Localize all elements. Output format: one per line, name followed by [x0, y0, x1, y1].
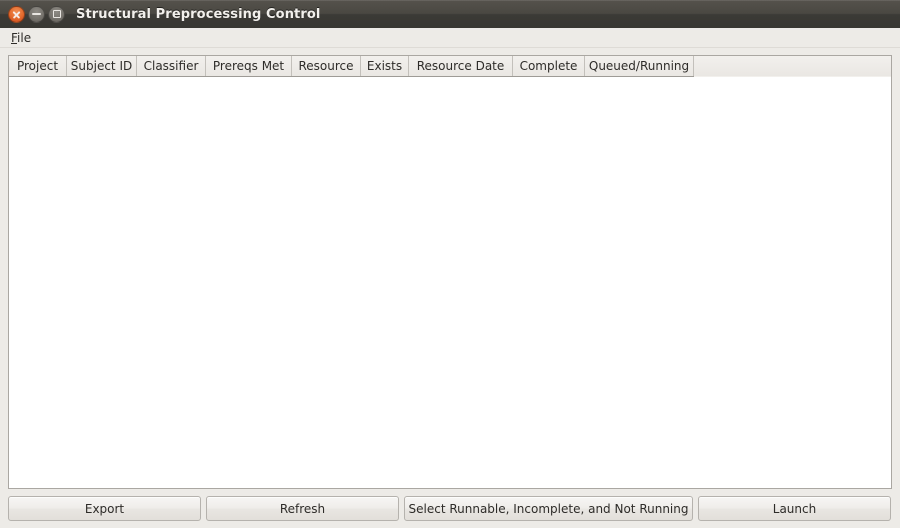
- menu-item-file[interactable]: File: [7, 30, 35, 46]
- application-window: Structural Preprocessing Control File Pr…: [0, 0, 900, 528]
- minimize-button[interactable]: [28, 5, 45, 23]
- table-body[interactable]: [9, 77, 891, 488]
- menu-item-file-label: ile: [17, 30, 32, 45]
- export-button[interactable]: Export: [8, 496, 201, 521]
- minimize-icon: [32, 13, 41, 15]
- action-button-bar: Export Refresh Select Runnable, Incomple…: [0, 489, 900, 528]
- window-controls: [8, 5, 65, 23]
- title-bar[interactable]: Structural Preprocessing Control: [0, 0, 900, 28]
- launch-button[interactable]: Launch: [698, 496, 891, 521]
- column-header-queued-running[interactable]: Queued/Running: [585, 56, 694, 76]
- column-header-subject-id[interactable]: Subject ID: [67, 56, 137, 76]
- column-header-complete[interactable]: Complete: [513, 56, 585, 76]
- maximize-icon: [52, 10, 61, 18]
- select-runnable-button[interactable]: Select Runnable, Incomplete, and Not Run…: [404, 496, 693, 521]
- column-header-resource-date[interactable]: Resource Date: [409, 56, 513, 76]
- table-header-row: Project Subject ID Classifier Prereqs Me…: [9, 56, 891, 77]
- refresh-button[interactable]: Refresh: [206, 496, 399, 521]
- column-header-resource[interactable]: Resource: [292, 56, 361, 76]
- close-icon: [12, 10, 21, 19]
- main-content: Project Subject ID Classifier Prereqs Me…: [0, 48, 900, 489]
- column-header-filler: [694, 56, 891, 77]
- maximize-button[interactable]: [48, 5, 65, 23]
- results-table: Project Subject ID Classifier Prereqs Me…: [8, 55, 892, 489]
- column-header-project[interactable]: Project: [9, 56, 67, 76]
- window-title: Structural Preprocessing Control: [76, 6, 321, 22]
- column-header-classifier[interactable]: Classifier: [137, 56, 206, 76]
- menu-bar: File: [0, 28, 900, 48]
- close-button[interactable]: [8, 5, 25, 23]
- column-header-prereqs-met[interactable]: Prereqs Met: [206, 56, 292, 76]
- column-header-exists[interactable]: Exists: [361, 56, 409, 76]
